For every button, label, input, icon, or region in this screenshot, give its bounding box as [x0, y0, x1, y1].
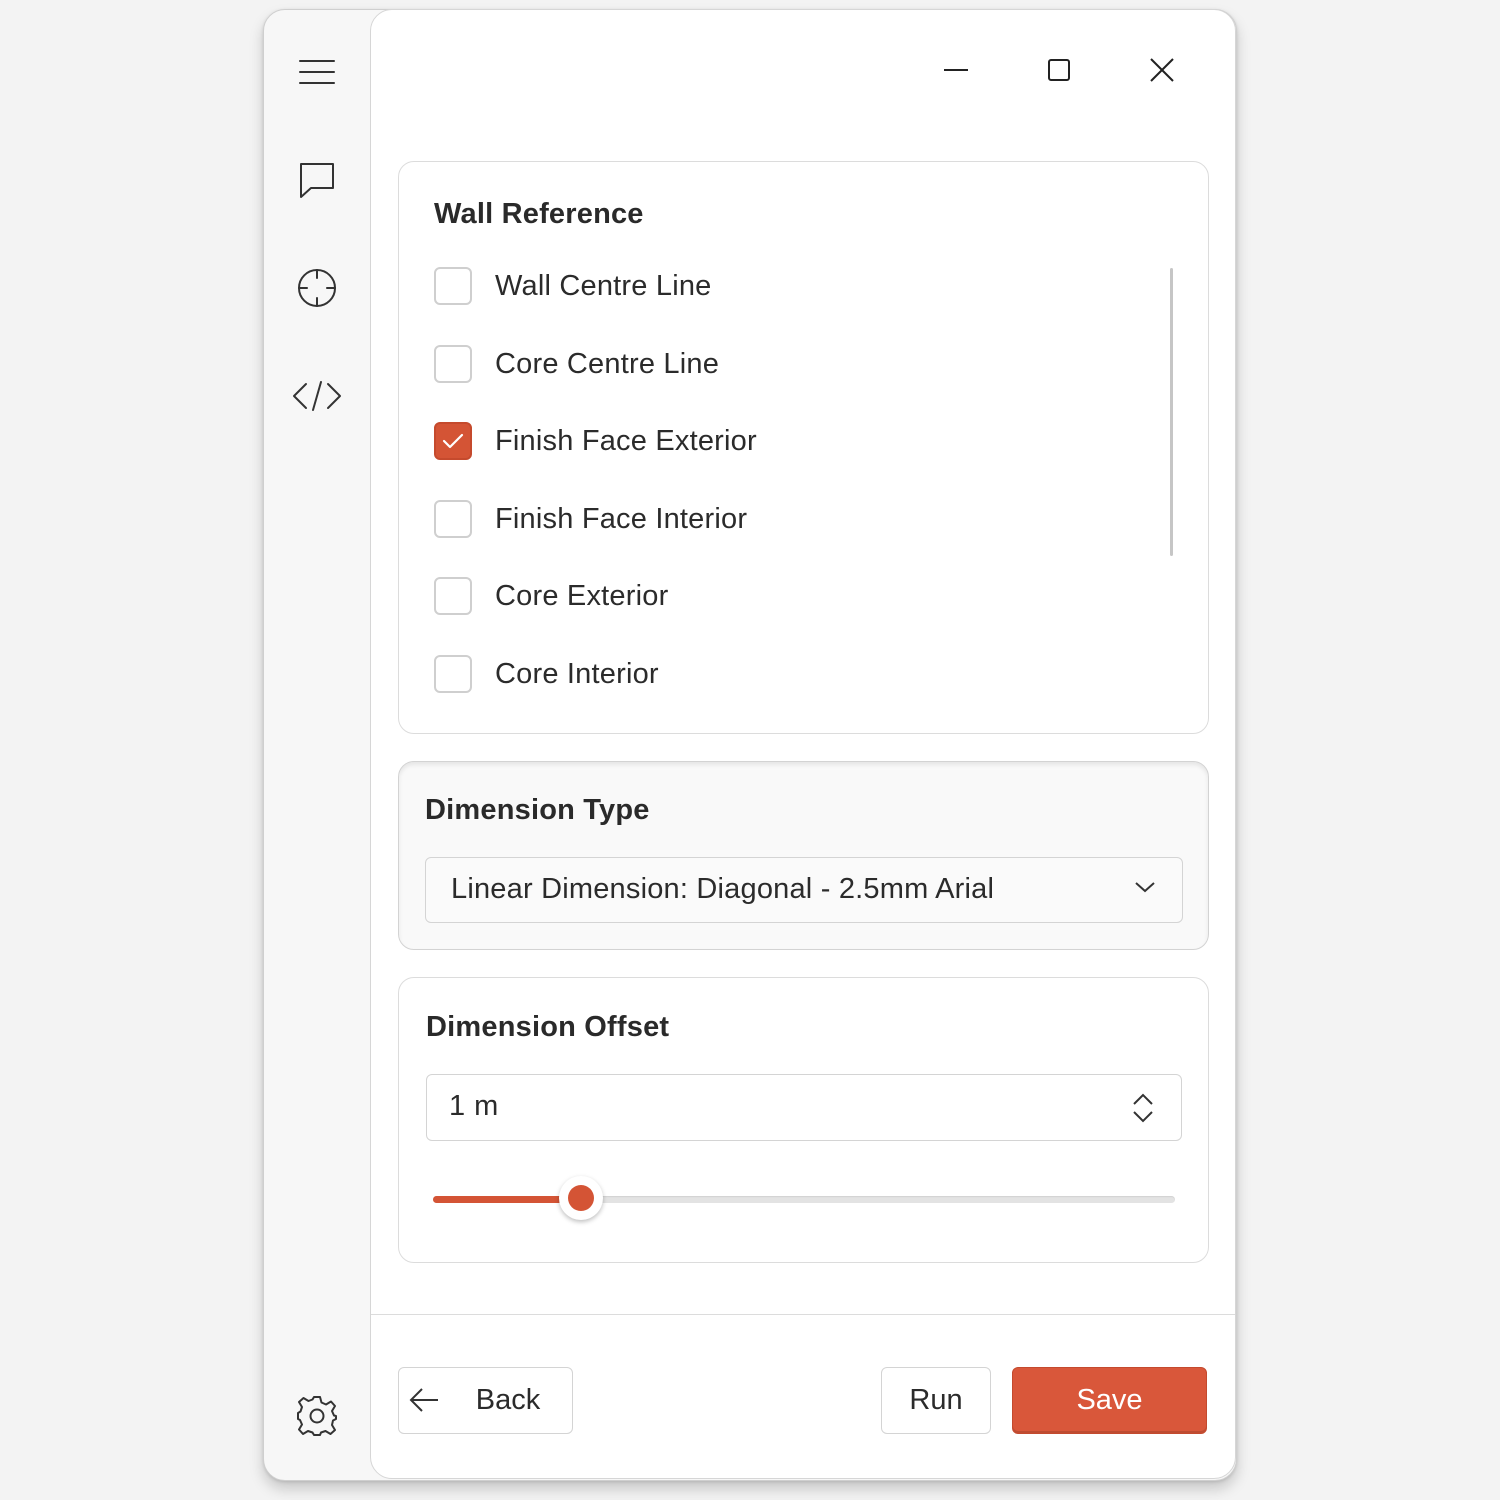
checkbox-row-wall-centre-line[interactable]: Wall Centre Line	[434, 264, 712, 308]
checkbox-label: Core Interior	[495, 657, 659, 690]
wall-reference-title: Wall Reference	[434, 198, 644, 230]
dimension-offset-card: Dimension Offset 1 m	[398, 977, 1209, 1263]
arrow-left-icon	[409, 1388, 438, 1412]
up-down-chevron-icon	[1133, 1093, 1153, 1123]
checkbox-label: Finish Face Exterior	[495, 424, 757, 457]
main-panel: Wall Reference Wall Centre Line Core Cen…	[370, 9, 1236, 1479]
checkbox-label: Core Centre Line	[495, 347, 720, 380]
footer-divider	[371, 1314, 1235, 1315]
checkbox-row-finish-face-interior[interactable]: Finish Face Interior	[434, 497, 747, 541]
gear-icon[interactable]	[285, 1384, 349, 1448]
checkmark-icon	[442, 433, 464, 449]
slider-thumb[interactable]	[559, 1176, 603, 1220]
dimension-type-card: Dimension Type Linear Dimension: Diagona…	[398, 761, 1209, 950]
dimension-offset-slider[interactable]	[433, 1174, 1175, 1224]
checkbox-checked[interactable]	[434, 422, 472, 460]
checkbox-label: Core Exterior	[495, 579, 669, 612]
dimension-type-title: Dimension Type	[425, 794, 650, 826]
spin-arrows[interactable]	[1131, 1092, 1155, 1129]
dropdown-selected-value: Linear Dimension: Diagonal - 2.5mm Arial	[451, 873, 995, 905]
checkbox[interactable]	[434, 577, 472, 615]
run-button-label: Run	[909, 1384, 963, 1416]
scrollbar[interactable]	[1170, 268, 1173, 556]
close-icon	[1150, 58, 1174, 82]
offset-value: 1 m	[449, 1090, 499, 1122]
checkbox-label: Wall Centre Line	[495, 269, 712, 302]
checkbox-label: Finish Face Interior	[495, 502, 748, 535]
dimension-type-dropdown[interactable]: Linear Dimension: Diagonal - 2.5mm Arial	[425, 857, 1183, 923]
code-icon[interactable]	[285, 364, 349, 428]
chevron-down-icon	[1135, 882, 1155, 893]
maximize-icon	[1048, 59, 1070, 81]
sidebar	[264, 10, 370, 1480]
wall-reference-card: Wall Reference Wall Centre Line Core Cen…	[398, 161, 1209, 734]
app-window: Wall Reference Wall Centre Line Core Cen…	[263, 9, 1237, 1481]
checkbox[interactable]	[434, 267, 472, 305]
checkbox[interactable]	[434, 345, 472, 383]
run-button[interactable]: Run	[881, 1367, 991, 1434]
maximize-button[interactable]	[1029, 40, 1089, 100]
chat-bubble-icon[interactable]	[285, 148, 349, 212]
back-button[interactable]: Back	[398, 1367, 573, 1434]
hamburger-menu-icon[interactable]	[285, 40, 349, 104]
minimize-icon	[944, 69, 968, 71]
minimize-button[interactable]	[926, 40, 986, 100]
close-button[interactable]	[1132, 40, 1192, 100]
checkbox-row-core-interior[interactable]: Core Interior	[434, 652, 659, 696]
dimension-offset-input[interactable]: 1 m	[426, 1074, 1182, 1141]
checkbox-row-finish-face-exterior[interactable]: Finish Face Exterior	[434, 419, 757, 463]
checkbox-row-core-centre-line[interactable]: Core Centre Line	[434, 342, 719, 386]
save-button-label: Save	[1076, 1384, 1143, 1416]
save-button[interactable]: Save	[1012, 1367, 1207, 1434]
back-button-label: Back	[475, 1384, 541, 1416]
checkbox-row-core-exterior[interactable]: Core Exterior	[434, 574, 668, 618]
checkbox[interactable]	[434, 500, 472, 538]
crosshair-icon[interactable]	[285, 256, 349, 320]
checkbox[interactable]	[434, 655, 472, 693]
dimension-offset-title: Dimension Offset	[426, 1011, 670, 1043]
